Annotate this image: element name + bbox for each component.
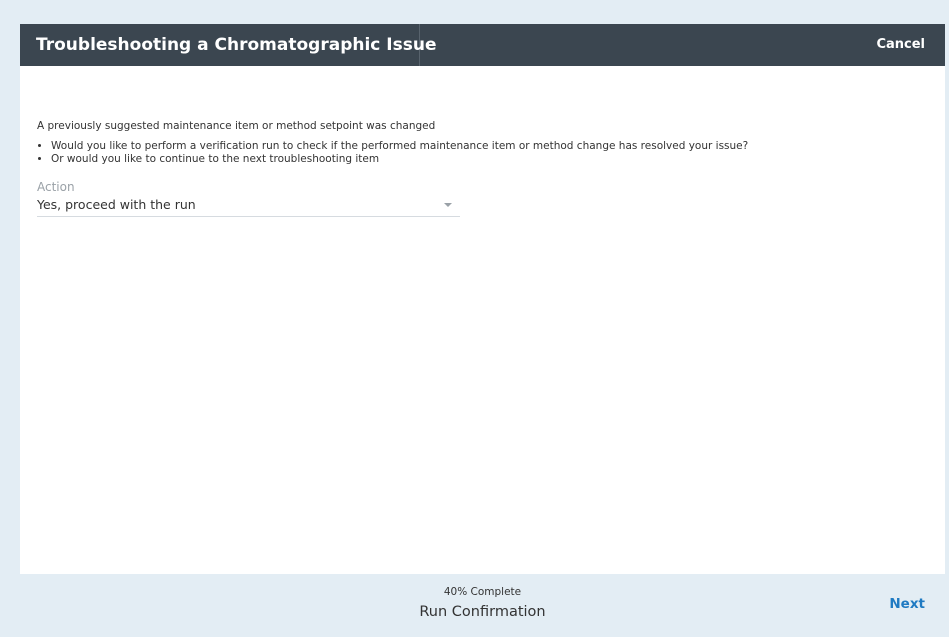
chevron-down-icon — [444, 203, 452, 207]
list-item: Or would you like to continue to the nex… — [51, 153, 945, 166]
cancel-button[interactable]: Cancel — [876, 24, 925, 66]
dialog-footer: 40% Complete Run Confirmation Next — [20, 574, 945, 637]
action-selected-value: Yes, proceed with the run — [37, 197, 196, 212]
list-item: Would you like to perform a verification… — [51, 140, 945, 153]
options-list: Would you like to perform a verification… — [37, 140, 945, 166]
step-name: Run Confirmation — [419, 604, 546, 620]
dialog-header: Troubleshooting a Chromatographic Issue … — [20, 24, 945, 66]
action-select[interactable]: Yes, proceed with the run — [37, 196, 460, 217]
troubleshooting-dialog: Troubleshooting a Chromatographic Issue … — [20, 24, 945, 637]
progress-text: 40% Complete — [443, 586, 522, 598]
dialog-content: A previously suggested maintenance item … — [20, 66, 945, 574]
dialog-title: Troubleshooting a Chromatographic Issue — [36, 35, 437, 55]
title-container: Troubleshooting a Chromatographic Issue — [20, 24, 436, 66]
next-button[interactable]: Next — [889, 596, 925, 612]
intro-text: A previously suggested maintenance item … — [37, 120, 436, 132]
action-label: Action — [37, 180, 75, 194]
